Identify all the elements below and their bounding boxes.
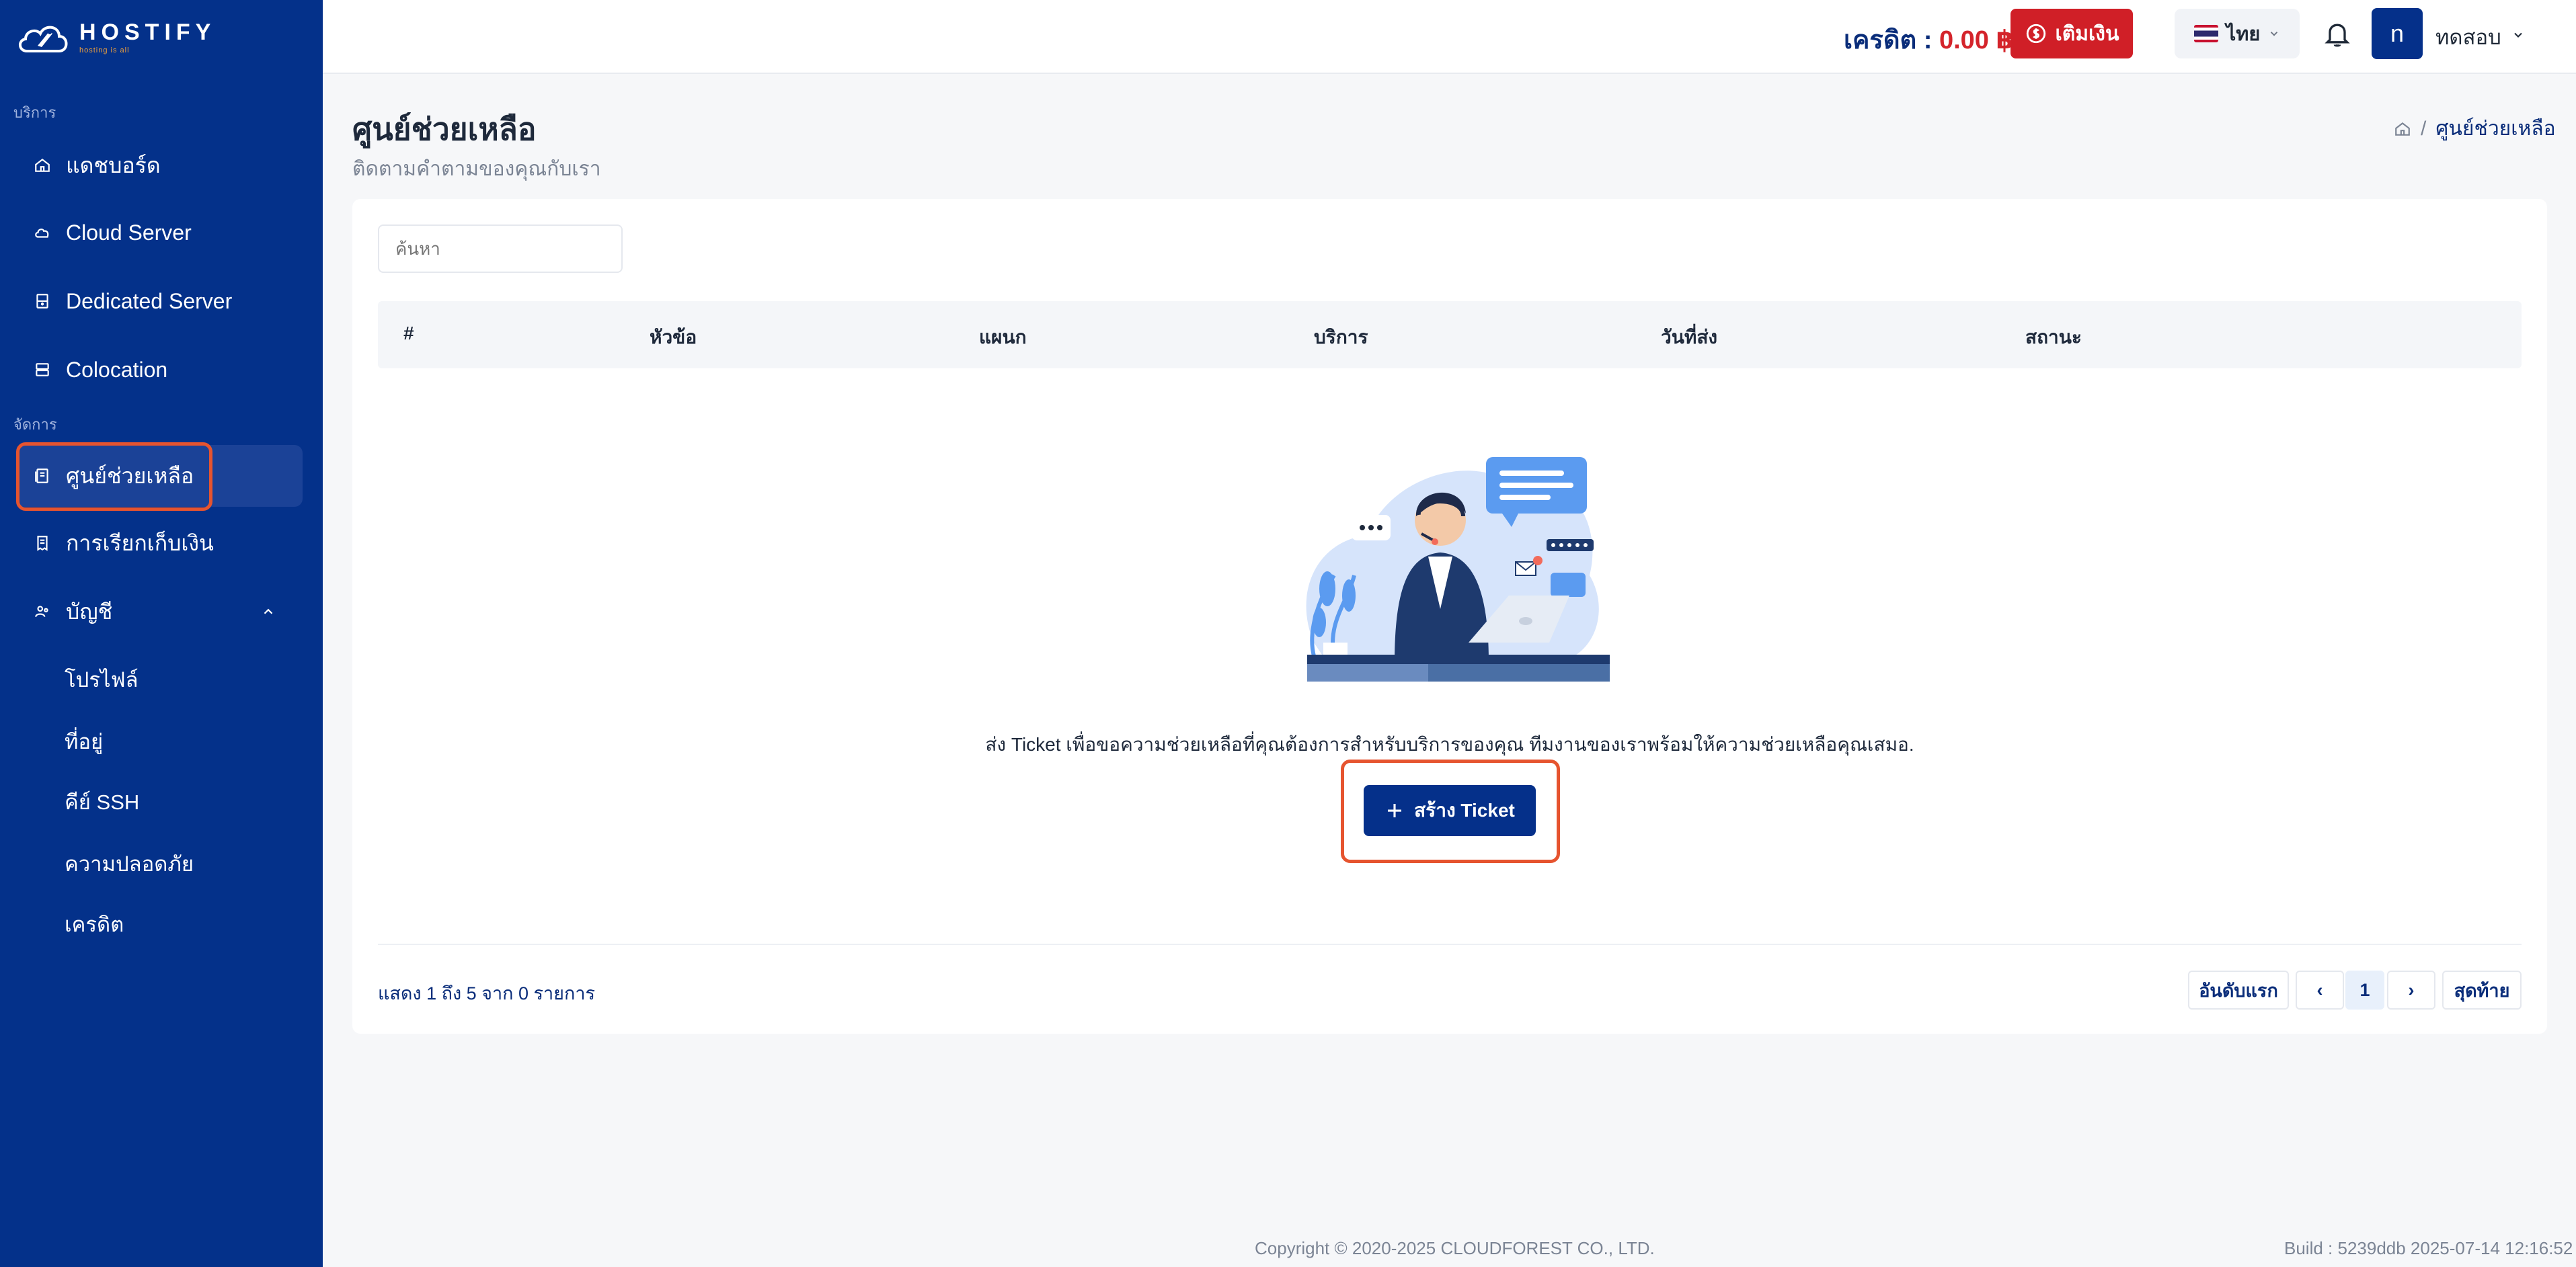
pagination-prev-button[interactable]: ‹	[2296, 971, 2344, 1010]
sidebar-subitem-address[interactable]: ที่อยู่	[65, 725, 103, 758]
rocket-cloud-icon	[19, 26, 68, 52]
sidebar: HOSTIFY hosting is all บริการ แดชบอร์ด C…	[0, 0, 323, 1267]
bell-icon[interactable]	[2323, 19, 2352, 48]
page-subtitle: ติดตามคำตามของคุณกับเรา	[352, 158, 601, 180]
search-input[interactable]	[378, 224, 623, 273]
column-header-service[interactable]: บริการ	[1314, 323, 1368, 352]
credit-label: เครดิต :	[1844, 26, 1933, 54]
sidebar-item-cloud-server[interactable]: Cloud Server	[16, 202, 303, 263]
server-icon	[36, 294, 48, 309]
chevron-down-icon	[2271, 32, 2278, 36]
sidebar-item-label: Dedicated Server	[66, 288, 233, 313]
thai-flag-icon	[2193, 25, 2218, 42]
topup-label: เติมเงิน	[2055, 22, 2119, 45]
section-label-manage: จัดการ	[13, 416, 57, 433]
sidebar-subitem-profile[interactable]: โปรไฟล์	[65, 663, 139, 696]
page-title: ศูนย์ช่วยเหลือ	[352, 112, 537, 147]
coin-icon	[2026, 24, 2045, 44]
home-icon	[35, 158, 50, 172]
sidebar-item-label: บัญชี	[66, 599, 113, 624]
invoice-icon	[37, 536, 48, 551]
footer-build: Build : 5239ddb 2025-07-14 12:16:52	[2284, 1238, 2573, 1258]
cloud-icon	[35, 229, 49, 238]
sidebar-item-dedicated-server[interactable]: Dedicated Server	[16, 270, 303, 332]
column-header-subject[interactable]: หัวข้อ	[650, 323, 697, 352]
breadcrumb: / ศูนย์ช่วยเหลือ	[2394, 113, 2556, 145]
divider	[378, 944, 2522, 945]
pagination-summary: แสดง 1 ถึง 5 จาก 0 รายการ	[378, 983, 596, 1004]
column-header-date-sent[interactable]: วันที่ส่ง	[1661, 323, 1717, 352]
pagination-page-1[interactable]: 1	[2345, 971, 2384, 1010]
users-icon	[35, 606, 48, 617]
footer-copyright: Copyright © 2020-2025 CLOUDFOREST CO., L…	[1255, 1238, 1655, 1258]
chevron-up-icon	[264, 608, 273, 614]
breadcrumb-current: ศูนย์ช่วยเหลือ	[2435, 118, 2556, 140]
avatar[interactable]: n	[2372, 8, 2423, 59]
empty-state-message: ส่ง Ticket เพื่อขอความช่วยเหลือที่คุณต้อ…	[985, 734, 1914, 755]
sidebar-item-label: Cloud Server	[66, 220, 192, 245]
top-header: เครดิต : 0.00 ฿ เติมเงิน ไทย n ทดสอบ	[323, 0, 2576, 74]
sidebar-item-label: ศูนย์ช่วยเหลือ	[66, 463, 194, 488]
support-icon	[35, 468, 48, 483]
pagination-last-button[interactable]: สุดท้าย	[2442, 971, 2522, 1010]
plus-icon	[1388, 804, 1402, 817]
sidebar-item-label: Colocation	[66, 357, 168, 382]
credit-amount: 0.00 ฿	[1939, 26, 2014, 54]
sidebar-item-label: การเรียกเก็บเงิน	[66, 530, 214, 555]
sidebar-item-label: แดชบอร์ด	[66, 153, 161, 177]
language-label: ไทย	[2226, 24, 2261, 45]
credit-balance: เครดิต : 0.00 ฿	[1844, 19, 2014, 60]
table-header: # หัวข้อ แผนก บริการ วันที่ส่ง สถานะ	[378, 301, 2522, 368]
rack-icon	[36, 363, 49, 376]
breadcrumb-separator: /	[2421, 117, 2427, 140]
sidebar-item-billing[interactable]: การเรียกเก็บเงิน	[16, 512, 303, 574]
pagination-first-button[interactable]: อันดับแรก	[2188, 971, 2289, 1010]
topup-button[interactable]: เติมเงิน	[2011, 9, 2133, 58]
sidebar-subitem-security[interactable]: ความปลอดภัย	[65, 847, 194, 881]
pagination-next-button[interactable]: ›	[2387, 971, 2435, 1010]
brand-tagline: hosting is all	[79, 46, 130, 54]
chevron-down-icon[interactable]	[2511, 28, 2525, 42]
username[interactable]: ทดสอบ	[2435, 20, 2501, 54]
sidebar-subitem-ssh-keys[interactable]: คีย์ SSH	[65, 785, 139, 819]
home-icon[interactable]	[2394, 120, 2411, 138]
sidebar-subitem-credit[interactable]: เครดิต	[65, 907, 124, 941]
create-ticket-label: สร้าง Ticket	[1414, 800, 1515, 821]
brand-name: HOSTIFY	[79, 19, 217, 45]
column-header-number[interactable]: #	[403, 323, 414, 344]
sidebar-item-colocation[interactable]: Colocation	[16, 339, 303, 401]
section-label-services: บริการ	[13, 104, 56, 121]
language-selector[interactable]: ไทย	[2175, 9, 2300, 58]
create-ticket-button[interactable]: สร้าง Ticket	[1364, 785, 1536, 836]
tickets-card: # หัวข้อ แผนก บริการ วันที่ส่ง สถานะ	[352, 199, 2547, 1034]
sidebar-item-account[interactable]: บัญชี	[16, 581, 303, 643]
column-header-department[interactable]: แผนก	[979, 323, 1027, 352]
column-header-status[interactable]: สถานะ	[2025, 323, 2082, 352]
sidebar-item-dashboard[interactable]: แดชบอร์ด	[16, 134, 303, 196]
brand-logo[interactable]: HOSTIFY hosting is all	[15, 16, 216, 59]
support-agent-illustration	[1306, 457, 1610, 682]
sidebar-item-support[interactable]: ศูนย์ช่วยเหลือ	[16, 445, 303, 507]
